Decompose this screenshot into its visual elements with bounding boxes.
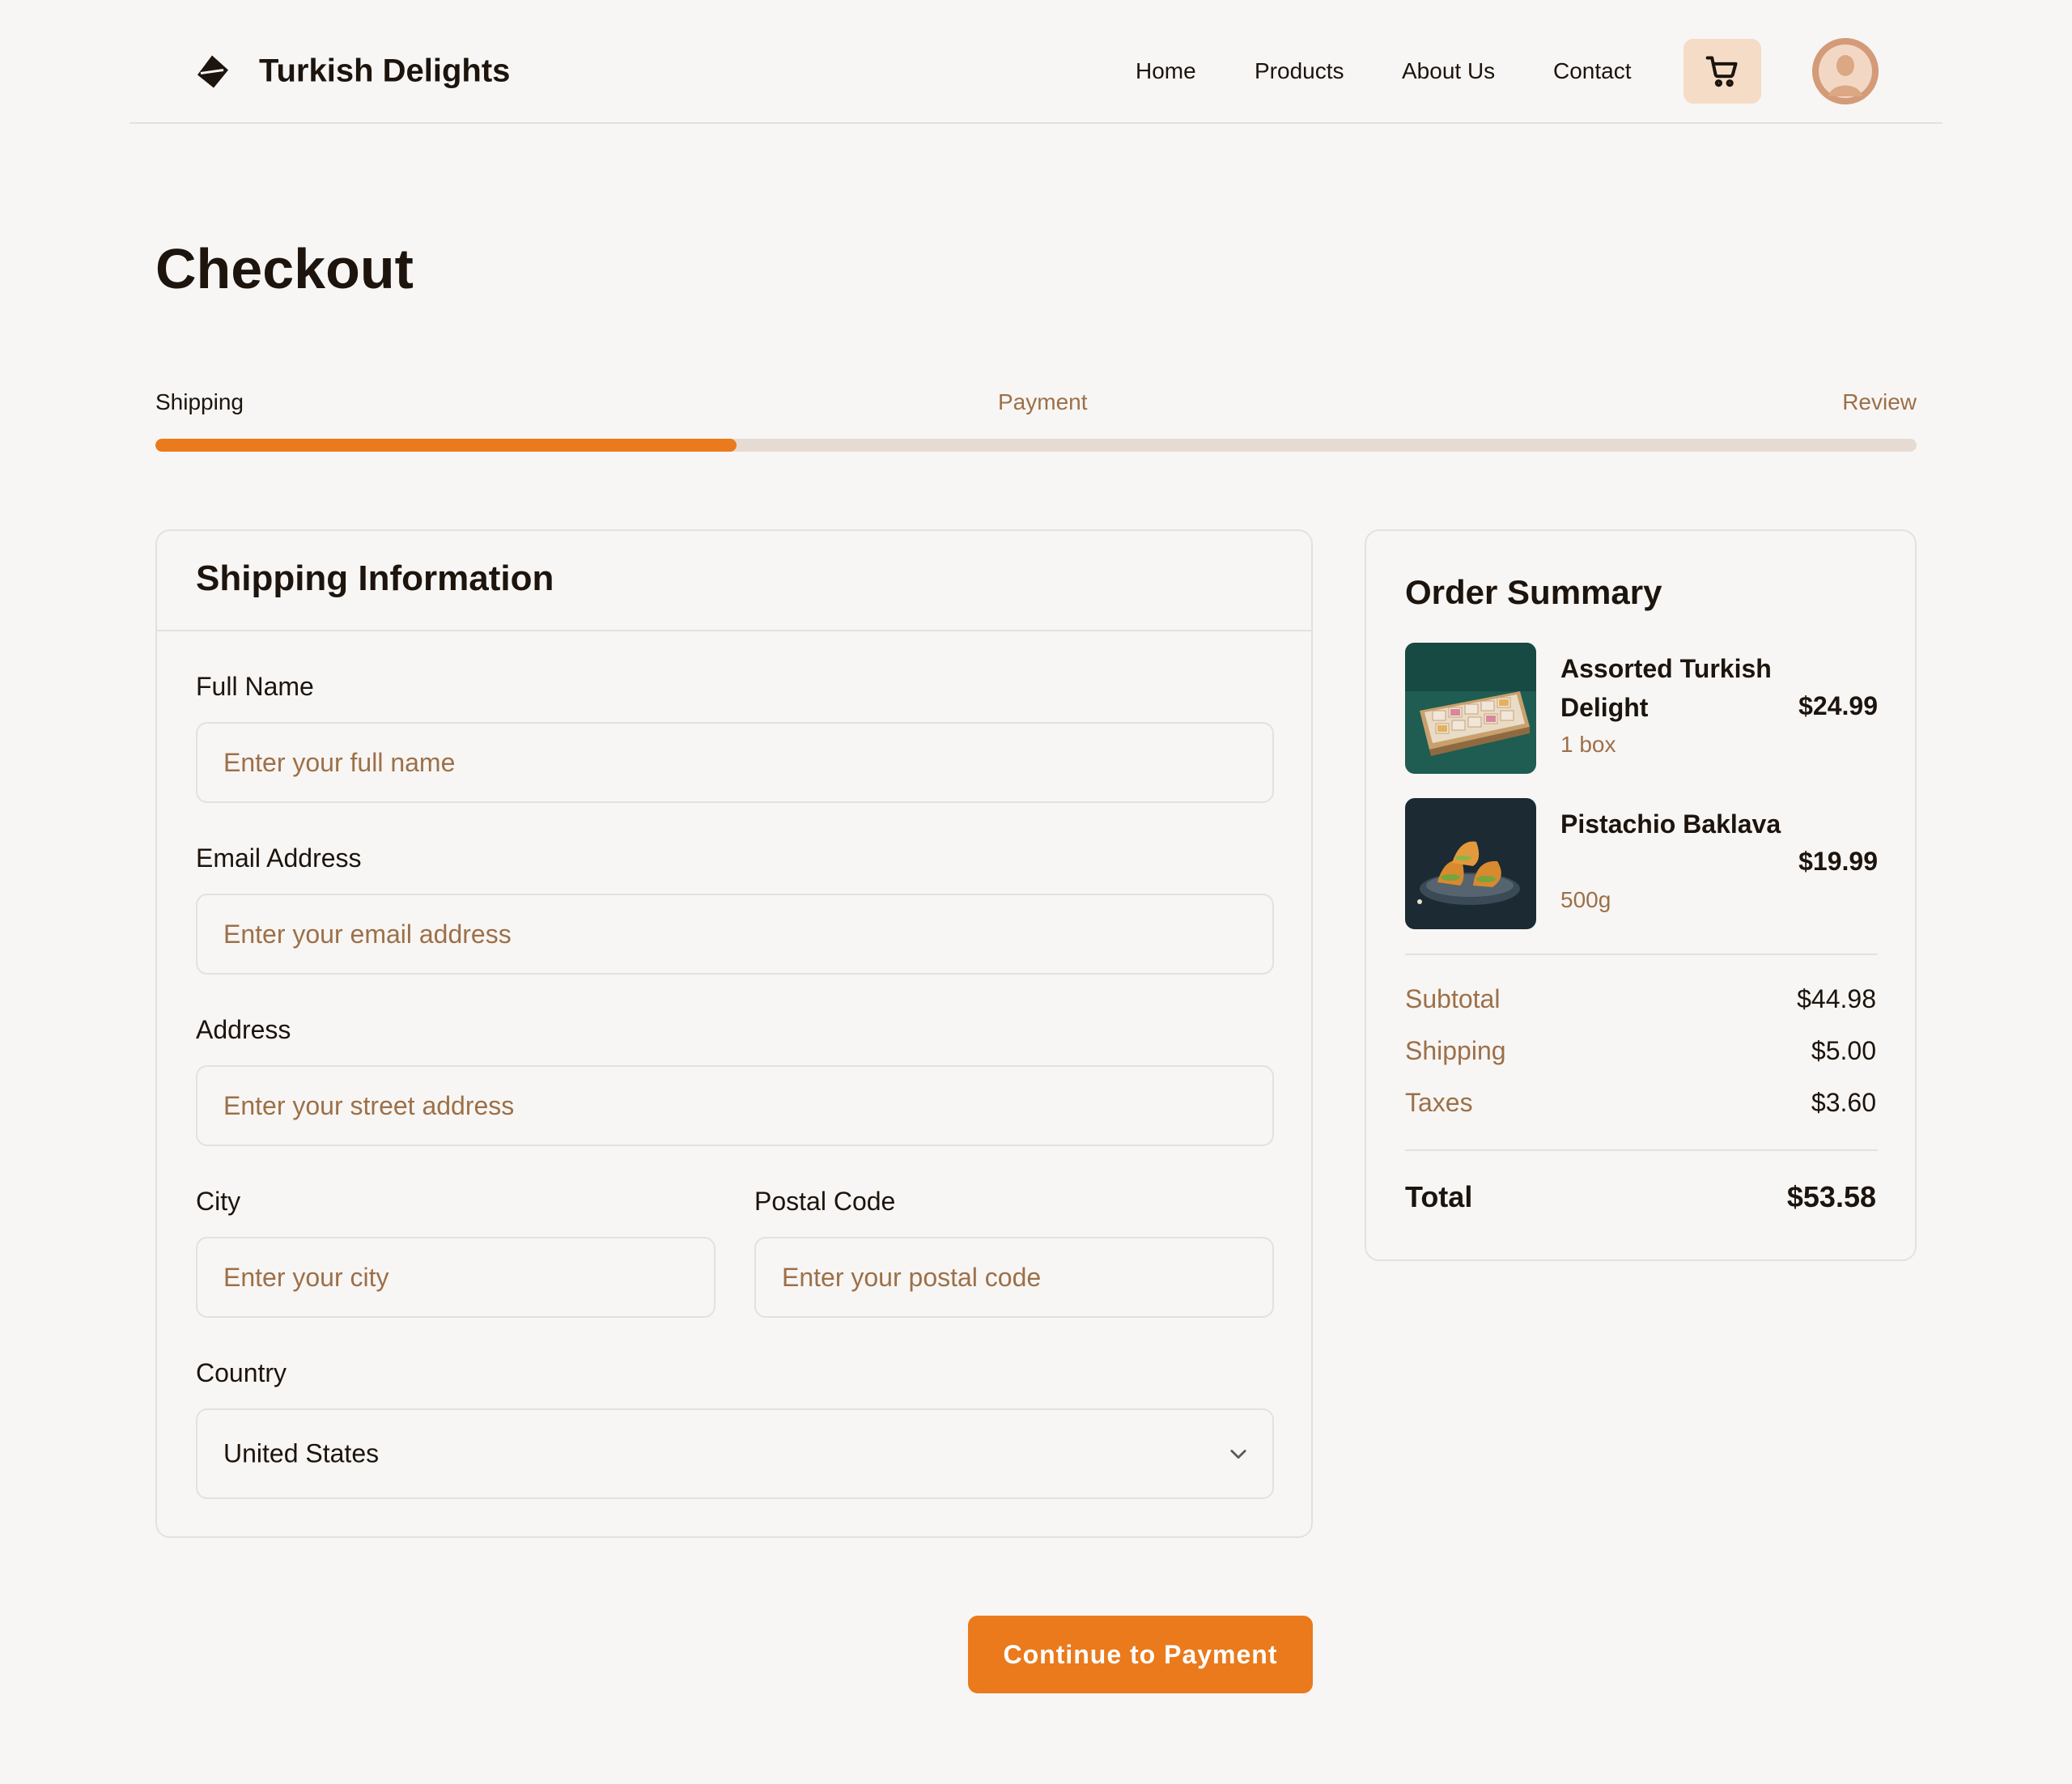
- nav-home[interactable]: Home: [1136, 58, 1196, 84]
- order-item: Pistachio Baklava 500g $19.99: [1405, 798, 1878, 929]
- cart-icon: [1705, 56, 1738, 87]
- subtotal-value: $44.98: [1797, 984, 1876, 1013]
- address-label: Address: [196, 1015, 291, 1044]
- order-item: Assorted Turkish Delight 1 box $24.99: [1405, 643, 1878, 774]
- nav-about-us[interactable]: About Us: [1402, 58, 1495, 84]
- step-shipping: Shipping: [155, 389, 244, 414]
- turkish-delight-box-image: [1405, 643, 1536, 774]
- continue-to-payment-button[interactable]: Continue to Payment: [968, 1616, 1313, 1693]
- postal-code-label: Postal Code: [754, 1187, 896, 1216]
- user-avatar[interactable]: [1812, 38, 1879, 104]
- nav-products[interactable]: Products: [1255, 58, 1344, 84]
- item-quantity: 1 box: [1560, 732, 1616, 757]
- brand-logo[interactable]: Turkish Delights: [194, 53, 510, 90]
- summary-divider: [1405, 1149, 1878, 1151]
- step-review: Review: [1842, 389, 1917, 414]
- shipping-cost-value: $5.00: [1811, 1036, 1876, 1065]
- item-quantity: 500g: [1560, 887, 1611, 912]
- cart-button[interactable]: [1684, 39, 1761, 104]
- country-selected-value: United States: [223, 1438, 380, 1468]
- page-title: Checkout: [155, 237, 414, 300]
- shipping-information-title: Shipping Information: [196, 559, 554, 598]
- step-payment: Payment: [998, 389, 1088, 414]
- item-name: Assorted Turkish Delight: [1560, 654, 1772, 722]
- order-summary-title: Order Summary: [1405, 573, 1662, 611]
- taxes-value: $3.60: [1811, 1088, 1876, 1117]
- full-name-input[interactable]: [196, 722, 1274, 803]
- full-name-label: Full Name: [196, 672, 314, 701]
- chevron-down-icon: [1230, 1450, 1246, 1459]
- shipping-cost-label: Shipping: [1405, 1036, 1506, 1065]
- city-label: City: [196, 1187, 241, 1216]
- nav-contact[interactable]: Contact: [1553, 58, 1632, 84]
- checkout-progress-fill: [155, 439, 737, 452]
- top-header: Turkish Delights Home Products About Us …: [130, 0, 1942, 124]
- checkout-progress-bar: [155, 439, 1917, 452]
- email-input[interactable]: [196, 894, 1274, 975]
- person-avatar-icon: [1812, 38, 1879, 104]
- address-input[interactable]: [196, 1065, 1274, 1146]
- postal-code-input[interactable]: [754, 1237, 1274, 1318]
- country-label: Country: [196, 1358, 287, 1387]
- shipping-information-card: Shipping Information Full Name Email Add…: [155, 529, 1313, 1538]
- item-price: $24.99: [1798, 691, 1878, 720]
- subtotal-label: Subtotal: [1405, 984, 1501, 1013]
- total-value: $53.58: [1786, 1180, 1876, 1213]
- diamond-logo-icon: [197, 55, 228, 87]
- summary-divider: [1405, 954, 1878, 955]
- card-header: Shipping Information: [157, 531, 1311, 631]
- order-summary-card: Order Summary Assorted Turkish Delight 1…: [1365, 529, 1917, 1261]
- pistachio-baklava-image: [1405, 798, 1536, 929]
- taxes-label: Taxes: [1405, 1088, 1473, 1117]
- total-label: Total: [1405, 1180, 1473, 1213]
- country-select[interactable]: United States: [196, 1408, 1274, 1499]
- item-name: Pistachio Baklava: [1560, 809, 1781, 839]
- brand-name: Turkish Delights: [259, 53, 511, 89]
- email-label: Email Address: [196, 843, 362, 873]
- city-input[interactable]: [196, 1237, 715, 1318]
- item-price: $19.99: [1798, 847, 1878, 876]
